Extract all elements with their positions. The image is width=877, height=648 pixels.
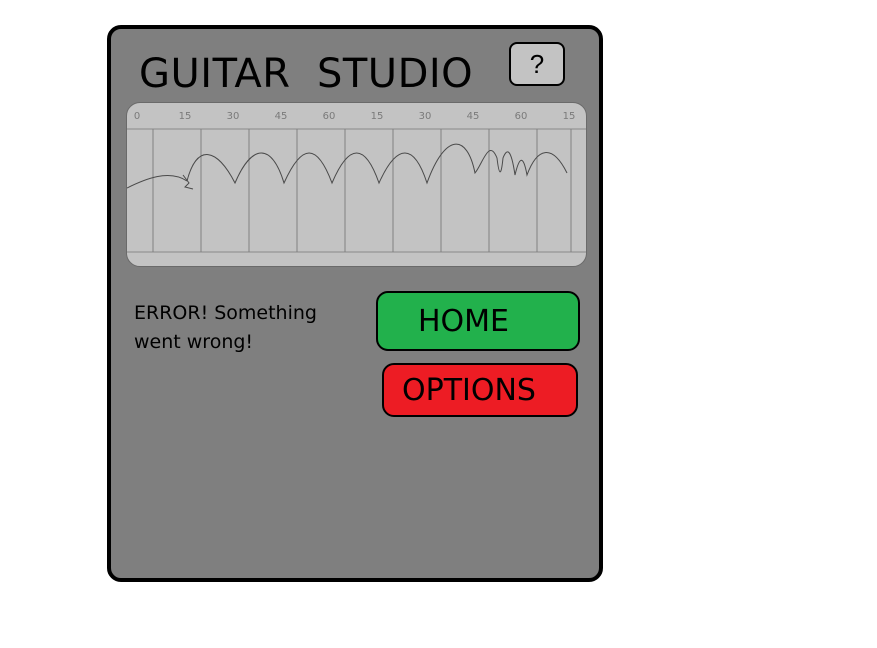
grid-lines <box>152 129 572 252</box>
tick-label: 15 <box>563 111 576 122</box>
app-window: GUITAR STUDIO ? 0 15 30 45 60 15 30 45 60 15 ERRO… <box>107 25 603 582</box>
tick-label: 30 <box>227 111 240 122</box>
tick-label: 60 <box>323 111 336 122</box>
waveform-timeline[interactable]: 0 15 30 45 60 15 30 45 60 15 <box>126 102 587 267</box>
tick-label: 45 <box>467 111 480 122</box>
help-button[interactable]: ? <box>509 42 565 86</box>
waveform-segment <box>127 174 188 189</box>
waveform-canvas: 0 15 30 45 60 15 30 45 60 15 <box>127 111 586 253</box>
app-title: GUITAR STUDIO <box>139 51 474 97</box>
tick-label: 0 <box>134 111 140 122</box>
error-message: ERROR! Something went wrong! <box>134 302 317 353</box>
home-button[interactable]: HOME <box>376 291 580 351</box>
waveform-line <box>186 143 568 185</box>
tick-label: 45 <box>275 111 288 122</box>
tick-labels: 0 15 30 45 60 15 30 45 60 15 <box>134 111 576 122</box>
tick-label: 60 <box>515 111 528 122</box>
options-button[interactable]: OPTIONS <box>382 363 578 417</box>
tick-label: 15 <box>371 111 384 122</box>
tick-label: 30 <box>419 111 432 122</box>
tick-label: 15 <box>179 111 192 122</box>
